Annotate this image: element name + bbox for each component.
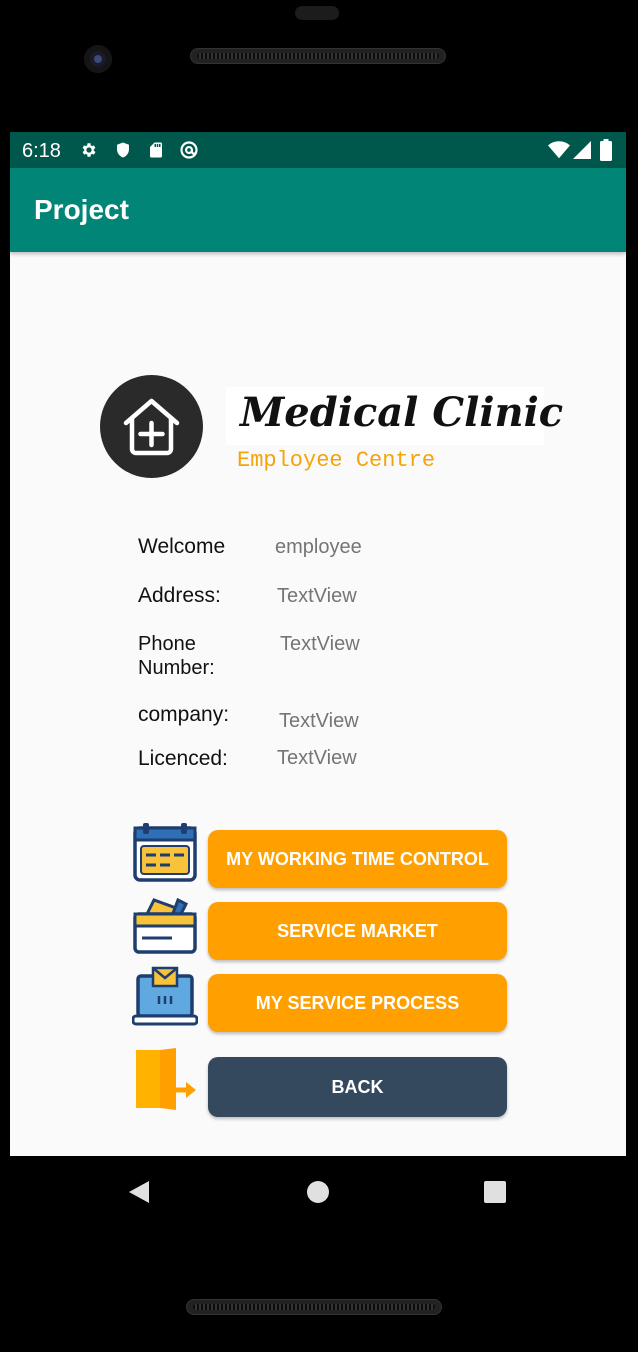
wifi-icon — [548, 141, 570, 159]
status-bar: 6:18 — [10, 132, 626, 168]
laptop-mail-icon — [132, 966, 198, 1026]
licenced-label: Licenced: — [138, 747, 228, 770]
working-time-control-button[interactable]: MY WORKING TIME CONTROL — [208, 830, 507, 888]
nav-recents-icon[interactable] — [484, 1181, 506, 1203]
phone-value: TextView — [280, 633, 360, 655]
nav-back-icon[interactable] — [128, 1180, 150, 1204]
welcome-value: employee — [275, 536, 362, 558]
status-time: 6:18 — [22, 140, 61, 162]
bottom-speaker — [186, 1299, 442, 1315]
clinic-logo — [100, 375, 203, 478]
address-value: TextView — [277, 585, 357, 607]
calendar-icon — [133, 823, 197, 882]
address-label: Address: — [138, 584, 221, 607]
at-sign-icon — [180, 141, 198, 159]
signal-icon — [573, 141, 591, 159]
earpiece-speaker — [190, 48, 446, 64]
company-label: company: — [138, 703, 230, 726]
phone-label: Phone Number: — [138, 632, 215, 680]
app-title: Project — [34, 194, 129, 225]
front-camera — [84, 45, 112, 73]
back-button[interactable]: BACK — [208, 1057, 507, 1117]
brand-banner: Medical Clinic — [226, 387, 563, 445]
service-process-button[interactable]: MY SERVICE PROCESS — [208, 974, 507, 1032]
company-value: TextView — [279, 710, 359, 732]
service-market-button[interactable]: SERVICE MARKET — [208, 902, 507, 960]
house-plus-icon — [123, 398, 180, 456]
shield-icon — [117, 142, 129, 158]
battery-icon — [600, 139, 612, 161]
phone-label-line1: Phone — [138, 633, 196, 655]
app-bar: Project — [10, 168, 626, 252]
app-screen: 6:18 Project Medical Clinic Employee Cen… — [10, 132, 626, 1156]
brand-name: Medical Clinic — [240, 389, 564, 436]
phone-notch — [295, 6, 339, 20]
welcome-label: Welcome — [138, 535, 226, 558]
phone-label-line2: Number: — [138, 657, 215, 679]
nav-home-icon[interactable] — [307, 1181, 329, 1203]
wallet-icon — [133, 897, 197, 954]
licenced-value: TextView — [277, 747, 357, 769]
sd-card-icon — [150, 142, 162, 158]
gear-icon — [82, 143, 96, 157]
brand-subtitle: Employee Centre — [237, 448, 436, 473]
exit-door-icon — [136, 1048, 196, 1110]
